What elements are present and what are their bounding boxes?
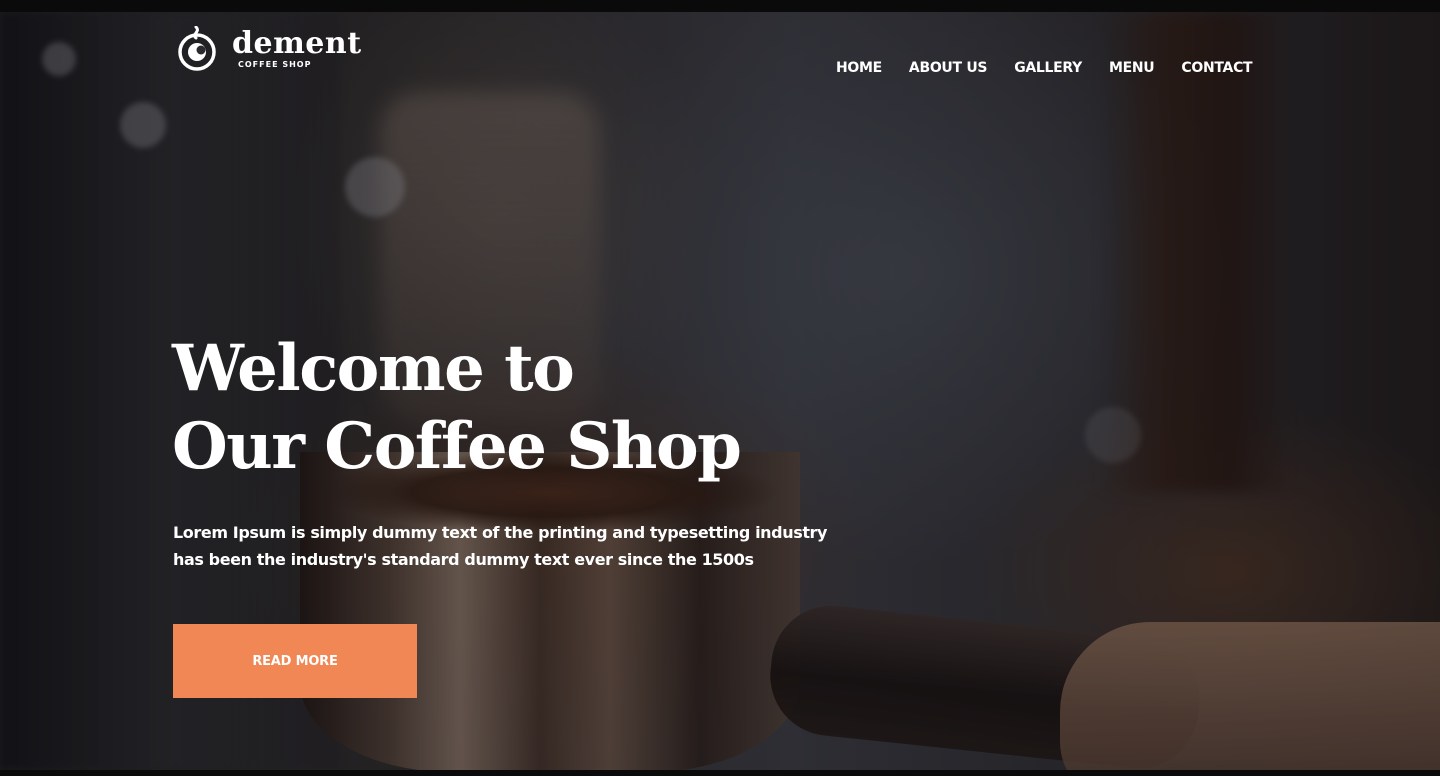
coffee-cup-icon xyxy=(178,26,216,71)
brand-text: dement COFFEE SHOP xyxy=(232,26,362,70)
page-frame: dement COFFEE SHOP HOME ABOUT US GALLERY… xyxy=(0,0,1440,776)
nav-item-gallery[interactable]: GALLERY xyxy=(1014,60,1082,76)
nav-item-home[interactable]: HOME xyxy=(836,60,882,76)
nav-item-contact[interactable]: CONTACT xyxy=(1181,60,1252,76)
main-nav: HOME ABOUT US GALLERY MENU CONTACT xyxy=(836,60,1279,76)
hero-title-line-2: Our Coffee Shop xyxy=(172,409,742,484)
nav-item-about-us[interactable]: ABOUT US xyxy=(909,60,988,76)
brand-tagline: COFFEE SHOP xyxy=(238,60,312,69)
brand-name: dement xyxy=(232,26,362,61)
brand-logo[interactable]: dement COFFEE SHOP xyxy=(174,26,362,72)
hero-description-line-2: has been the industry's standard dummy t… xyxy=(173,550,754,569)
hero-description-line-1: Lorem Ipsum is simply dummy text of the … xyxy=(173,523,828,542)
nav-item-menu[interactable]: MENU xyxy=(1109,60,1155,76)
hero-title: Welcome to Our Coffee Shop xyxy=(172,330,792,486)
hero-description: Lorem Ipsum is simply dummy text of the … xyxy=(173,519,833,573)
read-more-button[interactable]: READ MORE xyxy=(173,624,417,698)
hero-title-line-1: Welcome to xyxy=(172,331,575,406)
